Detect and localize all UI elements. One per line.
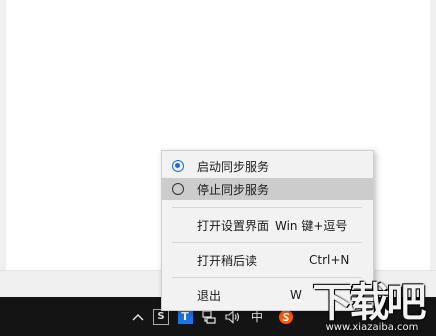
menu-item-label: 停止同步服务: [197, 182, 270, 197]
radio-unselected-icon: [172, 183, 184, 195]
menu-separator: [172, 242, 362, 243]
window-right-edge: [430, 0, 436, 270]
menu-item-label: 打开设置界面: [197, 218, 270, 233]
watermark-logo-text: 下载吧: [312, 280, 427, 326]
menu-separator: [172, 207, 362, 208]
radio-selected-icon: [172, 160, 184, 172]
menu-item-start-sync[interactable]: 启动同步服务: [162, 155, 373, 177]
show-hidden-icons-icon[interactable]: [128, 297, 148, 336]
menu-item-shortcut: Ctrl+N: [309, 253, 350, 267]
menu-item-shortcut: Win 键+逗号: [275, 218, 348, 233]
menu-item-stop-sync[interactable]: 停止同步服务: [162, 178, 373, 200]
menu-item-read-later[interactable]: 打开稍后读 Ctrl+N: [162, 249, 373, 271]
menu-item-label: 退出: [197, 288, 222, 303]
menu-item-open-settings[interactable]: 打开设置界面 Win 键+逗号: [162, 214, 373, 236]
watermark-logo: 下载吧 www.xiazaiba.com: [300, 277, 436, 336]
menu-item-label: 启动同步服务: [197, 159, 270, 174]
menu-item-label: 打开稍后读: [197, 253, 258, 268]
window-left-edge: [0, 0, 6, 270]
watermark-url: www.xiazaiba.com: [325, 322, 419, 333]
